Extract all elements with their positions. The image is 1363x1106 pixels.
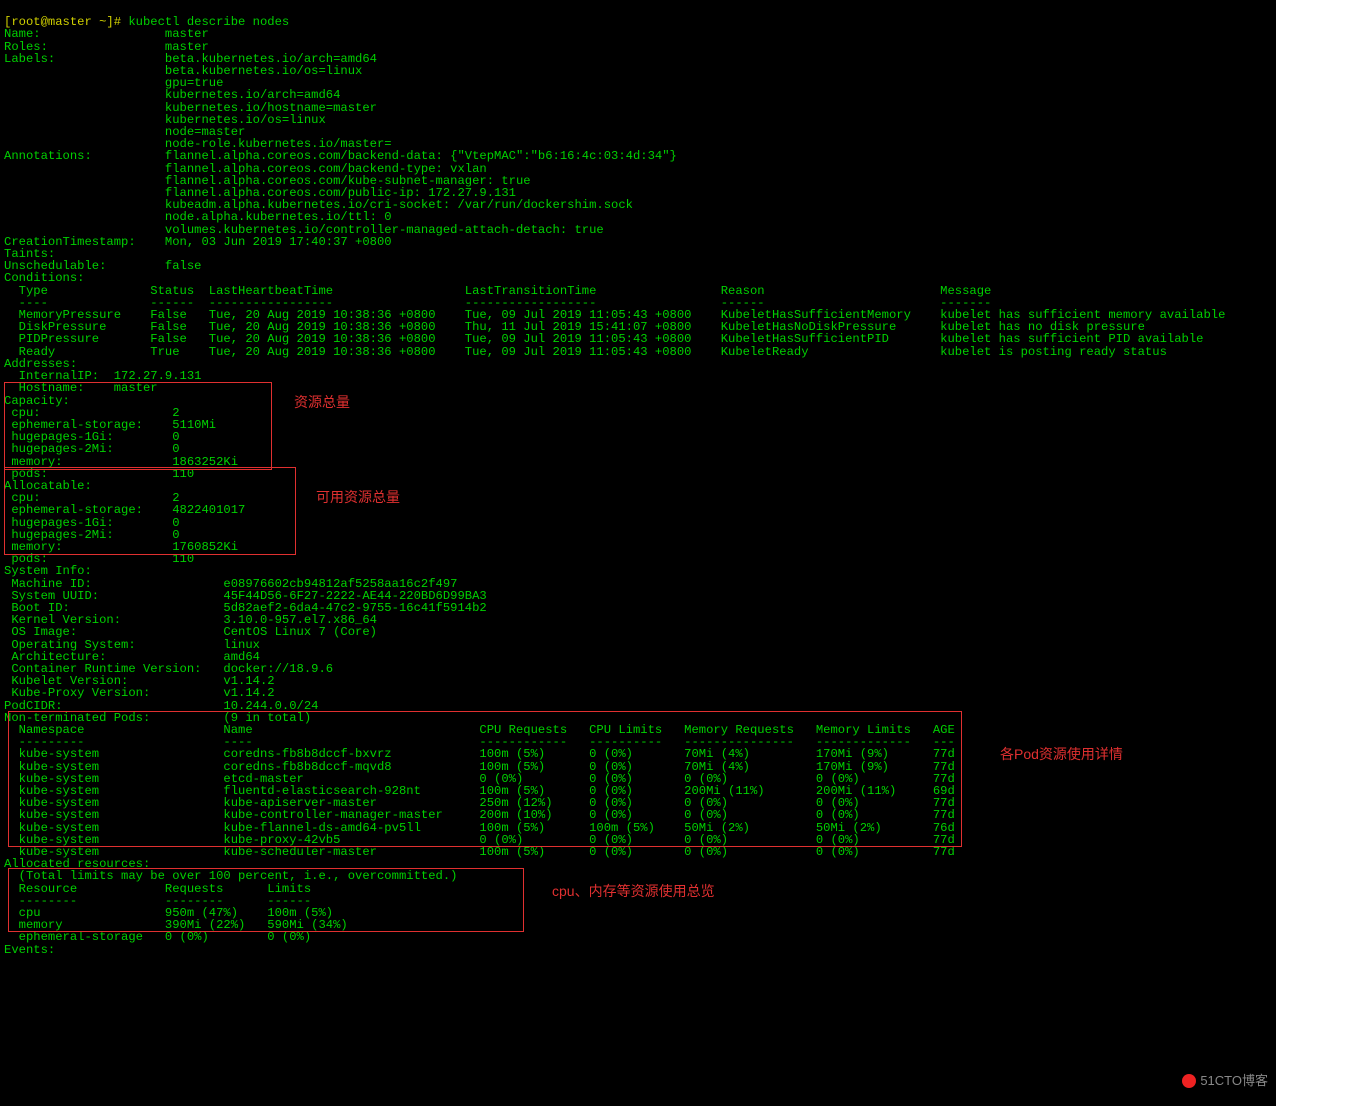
pods-annot: 各Pod资源使用详情	[1000, 747, 1123, 761]
terminal-content: [root@master ~]# kubectl describe nodes …	[4, 16, 1272, 956]
allocatable-annot: 可用资源总量	[316, 490, 400, 504]
allocres-annot: cpu、内存等资源使用总览	[552, 884, 715, 898]
watermark: 51CTO博客	[1182, 1074, 1268, 1089]
terminal-window[interactable]: [root@master ~]# kubectl describe nodes …	[0, 0, 1276, 1106]
capacity-annot: 资源总量	[294, 395, 350, 409]
